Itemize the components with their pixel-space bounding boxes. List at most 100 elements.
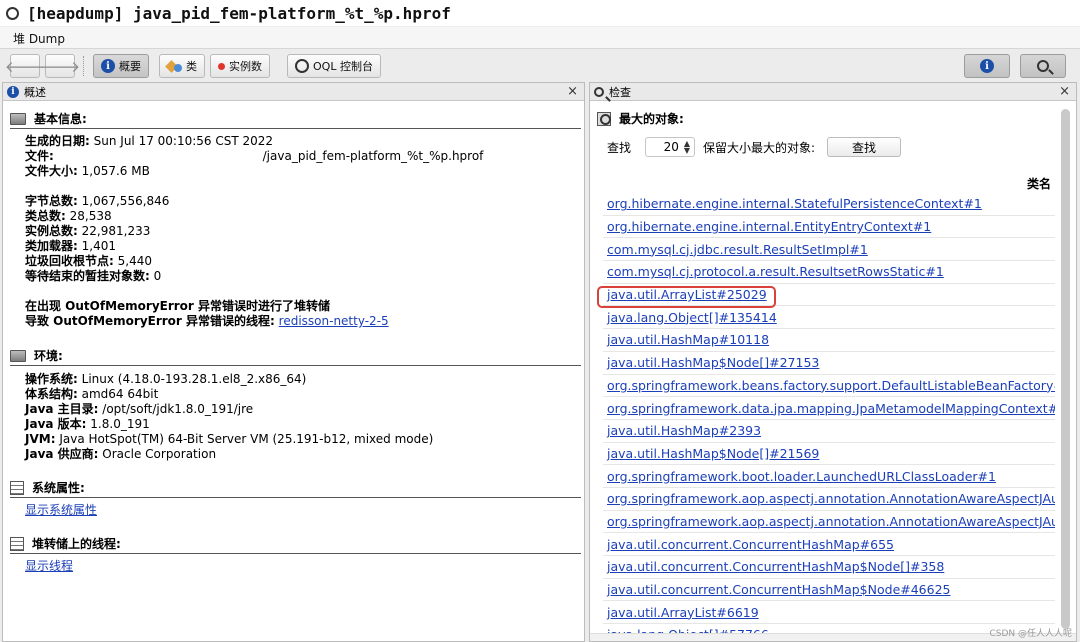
toolbar-separator <box>83 56 84 76</box>
info-icon: i <box>7 85 19 98</box>
table-row: java.util.HashMap#10118 <box>603 329 1055 352</box>
table-row: org.springframework.data.jpa.mapping.Jpa… <box>603 397 1055 420</box>
classes-total-value: 28,538 <box>69 209 112 223</box>
inspect-panel: 检查 × 最大的对象: 查找 20 ▲ ▼ 保留大小最大的对象: 查找 类名 or… <box>589 82 1077 642</box>
count-stepper[interactable]: 20 ▲ ▼ <box>645 137 696 157</box>
instances-button[interactable]: 实例数 <box>210 54 270 78</box>
stepper-arrows-icon[interactable]: ▲ ▼ <box>684 140 690 155</box>
summary-icon <box>10 112 26 125</box>
find-button-label: 查找 <box>852 140 877 155</box>
java-version-value: 1.8.0_191 <box>90 417 150 431</box>
table-row: java.util.HashMap$Node[]#27153 <box>603 352 1055 375</box>
show-threads-link[interactable]: 显示线程 <box>25 559 73 573</box>
object-link[interactable]: java.util.HashMap$Node[]#27153 <box>607 355 819 370</box>
threads-title: 堆转储上的线程: <box>32 537 121 551</box>
overview-panel-header: i 概述 × <box>3 83 584 101</box>
tab-heap-dump[interactable]: 堆 Dump <box>13 30 65 47</box>
arch-label: 体系结构: <box>25 387 78 401</box>
system-properties-title: 系统属性: <box>32 481 85 495</box>
object-link[interactable]: java.lang.Object[]#135414 <box>607 310 777 325</box>
table-row: org.springframework.aop.aspectj.annotati… <box>603 511 1055 534</box>
info-icon: i <box>980 59 994 73</box>
find-controls: 查找 20 ▲ ▼ 保留大小最大的对象: 查找 <box>607 137 902 157</box>
table-row: java.util.HashMap#2393 <box>603 420 1055 443</box>
table-row: com.mysql.cj.jdbc.result.ResultSetImpl#1 <box>603 238 1055 262</box>
instances-label: 实例数 <box>229 60 262 73</box>
oom-thread-link[interactable]: redisson-netty-2-5 <box>279 314 389 328</box>
magnifier-icon <box>597 111 611 126</box>
date-value: Sun Jul 17 00:10:56 CST 2022 <box>93 134 274 148</box>
java-vendor-value: Oracle Corporation <box>102 447 217 461</box>
window-title: [heapdump] java_pid_fem-platform_%t_%p.h… <box>27 3 451 23</box>
pending-objects-value: 0 <box>153 269 162 283</box>
object-link[interactable]: java.util.concurrent.ConcurrentHashMap$N… <box>607 582 951 597</box>
classes-total-label: 类总数: <box>25 209 66 223</box>
table-row: java.util.HashMap$Node[]#21569 <box>603 443 1055 466</box>
count-value: 20 <box>663 140 679 154</box>
close-icon[interactable]: × <box>1059 84 1070 99</box>
bytes-value: 1,067,556,846 <box>81 194 170 208</box>
object-link[interactable]: org.hibernate.engine.internal.EntityEntr… <box>607 219 931 234</box>
table-row: org.hibernate.engine.internal.StatefulPe… <box>603 193 1055 216</box>
table-row: java.util.concurrent.ConcurrentHashMap#6… <box>603 533 1055 556</box>
instances-total-label: 实例总数: <box>25 224 78 238</box>
tab-strip: 堆 Dump <box>0 27 1080 49</box>
search-icon <box>594 86 604 97</box>
object-link[interactable]: java.util.ArrayList#6619 <box>607 605 759 620</box>
date-label: 生成的日期: <box>25 134 90 148</box>
object-link[interactable]: org.springframework.boot.loader.Launched… <box>607 469 996 484</box>
system-properties-section: 显示系统属性 <box>25 503 97 518</box>
search-toggle-button[interactable] <box>1020 54 1066 78</box>
object-link[interactable]: java.util.concurrent.ConcurrentHashMap$N… <box>607 559 944 574</box>
window-title-bar: [heapdump] java_pid_fem-platform_%t_%p.h… <box>0 0 1080 26</box>
object-link[interactable]: com.mysql.cj.jdbc.result.ResultSetImpl#1 <box>607 242 868 257</box>
show-system-properties-link[interactable]: 显示系统属性 <box>25 503 97 517</box>
bytes-label: 字节总数: <box>25 194 78 208</box>
environment-title: 环境: <box>34 349 63 363</box>
object-link[interactable]: org.springframework.data.jpa.mapping.Jpa… <box>607 401 1055 416</box>
arrow-right-icon: 🡒 <box>39 57 81 76</box>
object-link[interactable]: org.springframework.beans.factory.suppor… <box>607 378 1055 393</box>
os-value: Linux (4.18.0-193.28.1.el8_2.x86_64) <box>81 372 307 386</box>
basic-info-title: 基本信息: <box>34 112 87 126</box>
oql-icon <box>295 59 309 73</box>
object-link[interactable]: java.util.concurrent.ConcurrentHashMap#6… <box>607 537 894 552</box>
vertical-scrollbar[interactable] <box>1061 109 1070 629</box>
object-link[interactable]: org.springframework.aop.aspectj.annotati… <box>607 491 1055 506</box>
object-link[interactable]: org.hibernate.engine.internal.StatefulPe… <box>607 196 982 211</box>
basic-info-heading: 基本信息: <box>10 110 87 127</box>
back-button[interactable]: 🡐 <box>5 54 45 78</box>
gc-roots-value: 5,440 <box>117 254 152 268</box>
oql-console-button[interactable]: OQL 控制台 <box>287 54 381 78</box>
close-icon[interactable]: × <box>567 84 578 99</box>
object-link[interactable]: java.util.HashMap#10118 <box>607 332 769 347</box>
object-link[interactable]: java.util.HashMap#2393 <box>607 423 761 438</box>
classes-button[interactable]: 类 <box>159 54 205 78</box>
object-link[interactable]: java.util.HashMap$Node[]#21569 <box>607 446 819 461</box>
watermark: CSDN @任人人人呢 <box>989 629 1072 639</box>
classloaders-value: 1,401 <box>81 239 116 253</box>
column-header-class-name[interactable]: 类名 <box>603 175 1055 193</box>
biggest-objects-heading: 最大的对象: <box>597 110 684 127</box>
overview-label: 概要 <box>119 60 141 73</box>
instances-total-value: 22,981,233 <box>81 224 151 238</box>
find-button[interactable]: 查找 <box>827 137 902 157</box>
overview-button[interactable]: i 概要 <box>93 54 149 78</box>
java-version-label: Java 版本: <box>25 417 87 431</box>
table-row: java.util.concurrent.ConcurrentHashMap$N… <box>603 579 1055 602</box>
java-vendor-label: Java 供应商: <box>25 447 99 461</box>
object-link[interactable]: org.springframework.aop.aspectj.annotati… <box>607 514 1055 529</box>
file-label: 文件: <box>25 149 54 163</box>
file-value: /java_pid_fem-platform_%t_%p.hprof <box>262 149 484 163</box>
divider <box>10 365 581 366</box>
retained-size-label: 保留大小最大的对象: <box>703 140 816 155</box>
jvm-label: JVM: <box>25 432 56 446</box>
arch-value: amd64 64bit <box>81 387 159 401</box>
forward-button[interactable]: 🡒 <box>40 54 80 78</box>
inspect-panel-title: 检查 <box>609 85 631 99</box>
environment-info: 操作系统: Linux (4.18.0-193.28.1.el8_2.x86_6… <box>25 372 433 462</box>
info-toggle-button[interactable]: i <box>964 54 1010 78</box>
table-row: org.hibernate.engine.internal.EntityEntr… <box>603 216 1055 239</box>
object-link[interactable]: com.mysql.cj.protocol.a.result.Resultset… <box>607 264 944 279</box>
instances-icon <box>218 62 225 70</box>
